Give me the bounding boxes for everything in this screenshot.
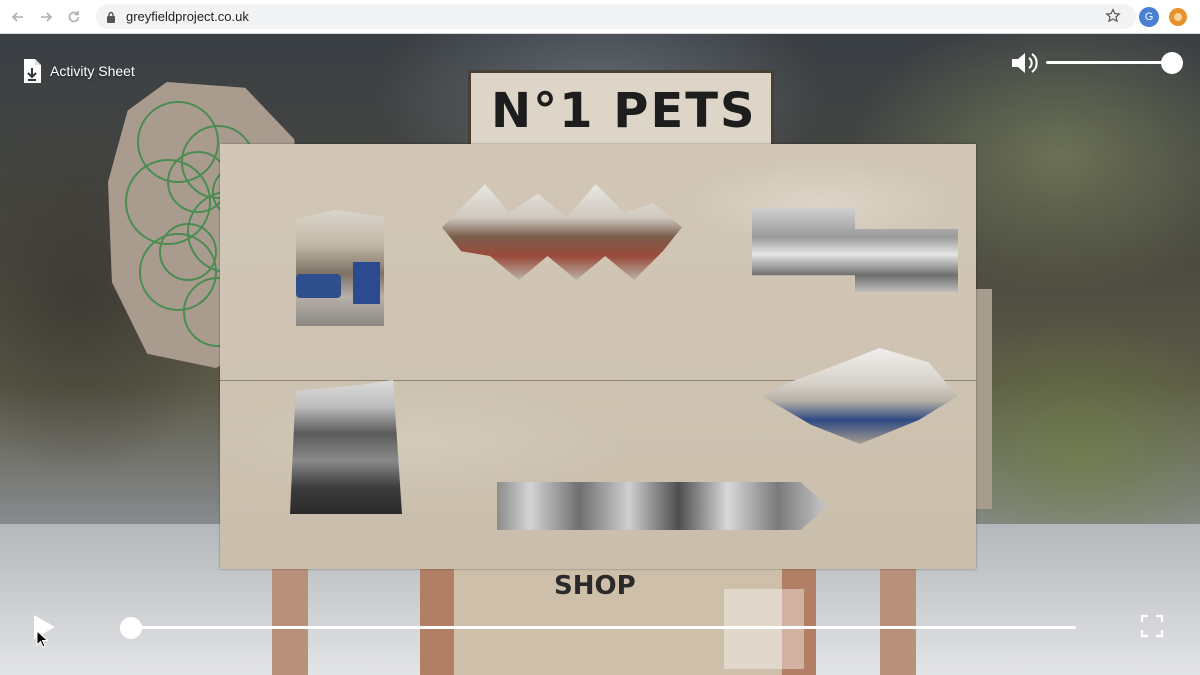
speaker-icon[interactable] (1010, 50, 1040, 76)
video-player[interactable]: N°1 PETS SHOP (0, 34, 1200, 675)
seek-handle[interactable] (120, 617, 142, 639)
bookmark-star-icon[interactable] (1105, 8, 1121, 29)
photo-cutout-blue-garage (762, 348, 958, 444)
volume-control[interactable] (1010, 50, 1180, 76)
activity-sheet-button[interactable]: Activity Sheet (22, 58, 135, 84)
url-text: greyfieldproject.co.uk (126, 9, 249, 24)
mouse-cursor-icon (36, 630, 48, 648)
photo-cutout-bw-garages (290, 380, 402, 514)
volume-slider-handle[interactable] (1161, 52, 1183, 74)
fullscreen-icon (1140, 614, 1164, 638)
forward-arrow-icon (41, 12, 53, 22)
lock-icon (106, 10, 116, 28)
reload-button[interactable] (64, 7, 84, 27)
photo-cutout-houses-zigzag (442, 184, 682, 280)
reload-icon (68, 11, 80, 23)
blue-garage-door (353, 262, 380, 304)
activity-sheet-label: Activity Sheet (50, 63, 135, 79)
photo-cutout-blue-car (296, 210, 384, 326)
wooden-collage-panel (220, 144, 976, 569)
sign-text: N°1 PETS (491, 83, 757, 139)
shop-front: SHOP (420, 569, 816, 675)
back-button[interactable] (8, 7, 28, 27)
volume-slider-track[interactable] (1046, 61, 1172, 64)
photo-cutout-bw-street (752, 208, 958, 292)
left-post (272, 562, 308, 675)
profile-avatar[interactable]: G (1139, 7, 1159, 27)
shop-text: SHOP (554, 571, 636, 601)
seek-bar[interactable] (120, 626, 1076, 629)
fullscreen-button[interactable] (1140, 614, 1164, 638)
side-board (976, 289, 992, 509)
right-post (880, 562, 916, 675)
address-bar[interactable]: greyfieldproject.co.uk (96, 4, 1136, 29)
browser-toolbar: greyfieldproject.co.uk G (0, 0, 1200, 34)
extension-icon[interactable] (1169, 8, 1187, 26)
shop-window (724, 589, 804, 669)
back-arrow-icon (11, 12, 23, 22)
photo-cutout-bw-garage-row (497, 482, 827, 530)
blue-car (296, 273, 341, 298)
forward-button[interactable] (36, 7, 56, 27)
document-download-icon (24, 59, 41, 83)
